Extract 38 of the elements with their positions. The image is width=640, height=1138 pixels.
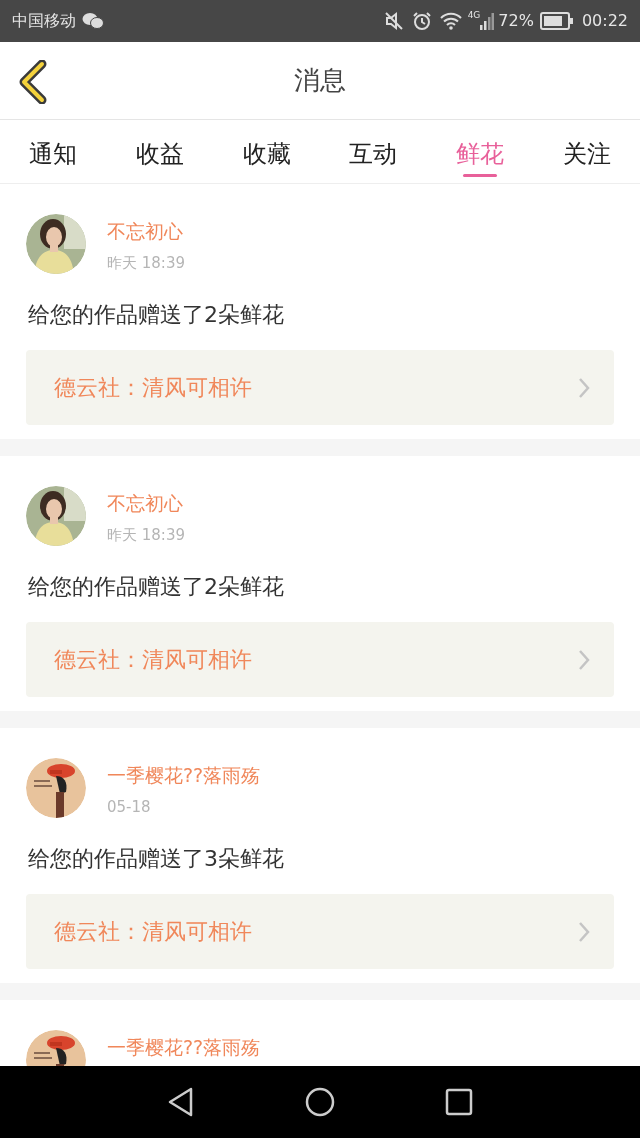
sender-name[interactable]: 一季樱花??落雨殇 — [107, 1036, 261, 1058]
message-text: 给您的作品赠送了2朵鲜花 — [27, 573, 285, 601]
home-nav-icon[interactable] — [305, 1087, 335, 1117]
tab[interactable]: 通知 — [29, 137, 78, 166]
battery-icon — [539, 12, 574, 30]
sender-name[interactable]: 不忘初心 — [107, 220, 185, 242]
tab[interactable]: 关注 — [562, 137, 611, 166]
chevron-icon — [578, 648, 590, 671]
chevron-icon — [578, 376, 590, 399]
network-type: 4G — [467, 9, 481, 22]
work-link[interactable]: 德云社：清风可相许 — [26, 622, 614, 697]
message-time: 05-18 — [107, 797, 152, 818]
alarm-icon — [411, 11, 432, 31]
tab[interactable]: 互动 — [349, 137, 398, 166]
page-title: 消息 — [294, 64, 346, 97]
message-text: 给您的作品赠送了3朵鲜花 — [27, 845, 285, 873]
tab-indicator — [463, 174, 497, 177]
clock: 00:22 — [581, 10, 628, 32]
mute-icon — [383, 11, 404, 31]
tab[interactable]: 收益 — [136, 137, 184, 166]
signal-icon — [480, 12, 495, 30]
tab[interactable]: 收藏 — [242, 137, 291, 166]
message-text: 给您的作品赠送了2朵鲜花 — [27, 301, 285, 329]
work-link[interactable]: 德云社：清风可相许 — [26, 350, 614, 425]
sender-name[interactable]: 不忘初心 — [107, 492, 185, 514]
message-time: 昨天 18:39 — [107, 525, 185, 546]
wifi-icon — [439, 12, 462, 30]
battery-percent: 72% — [498, 10, 534, 32]
back-nav-icon[interactable] — [167, 1086, 195, 1118]
back-icon[interactable] — [18, 60, 48, 104]
sender-name[interactable]: 一季樱花??落雨殇 — [107, 764, 261, 786]
tab[interactable]: 鲜花 — [456, 137, 504, 166]
message-time: 昨天 18:39 — [107, 253, 185, 274]
chat-app-icon — [82, 12, 104, 30]
recents-nav-icon[interactable] — [445, 1088, 473, 1116]
chevron-icon — [578, 920, 590, 943]
work-link[interactable]: 德云社：清风可相许 — [26, 894, 614, 969]
carrier-name: 中国移动 — [12, 10, 76, 32]
